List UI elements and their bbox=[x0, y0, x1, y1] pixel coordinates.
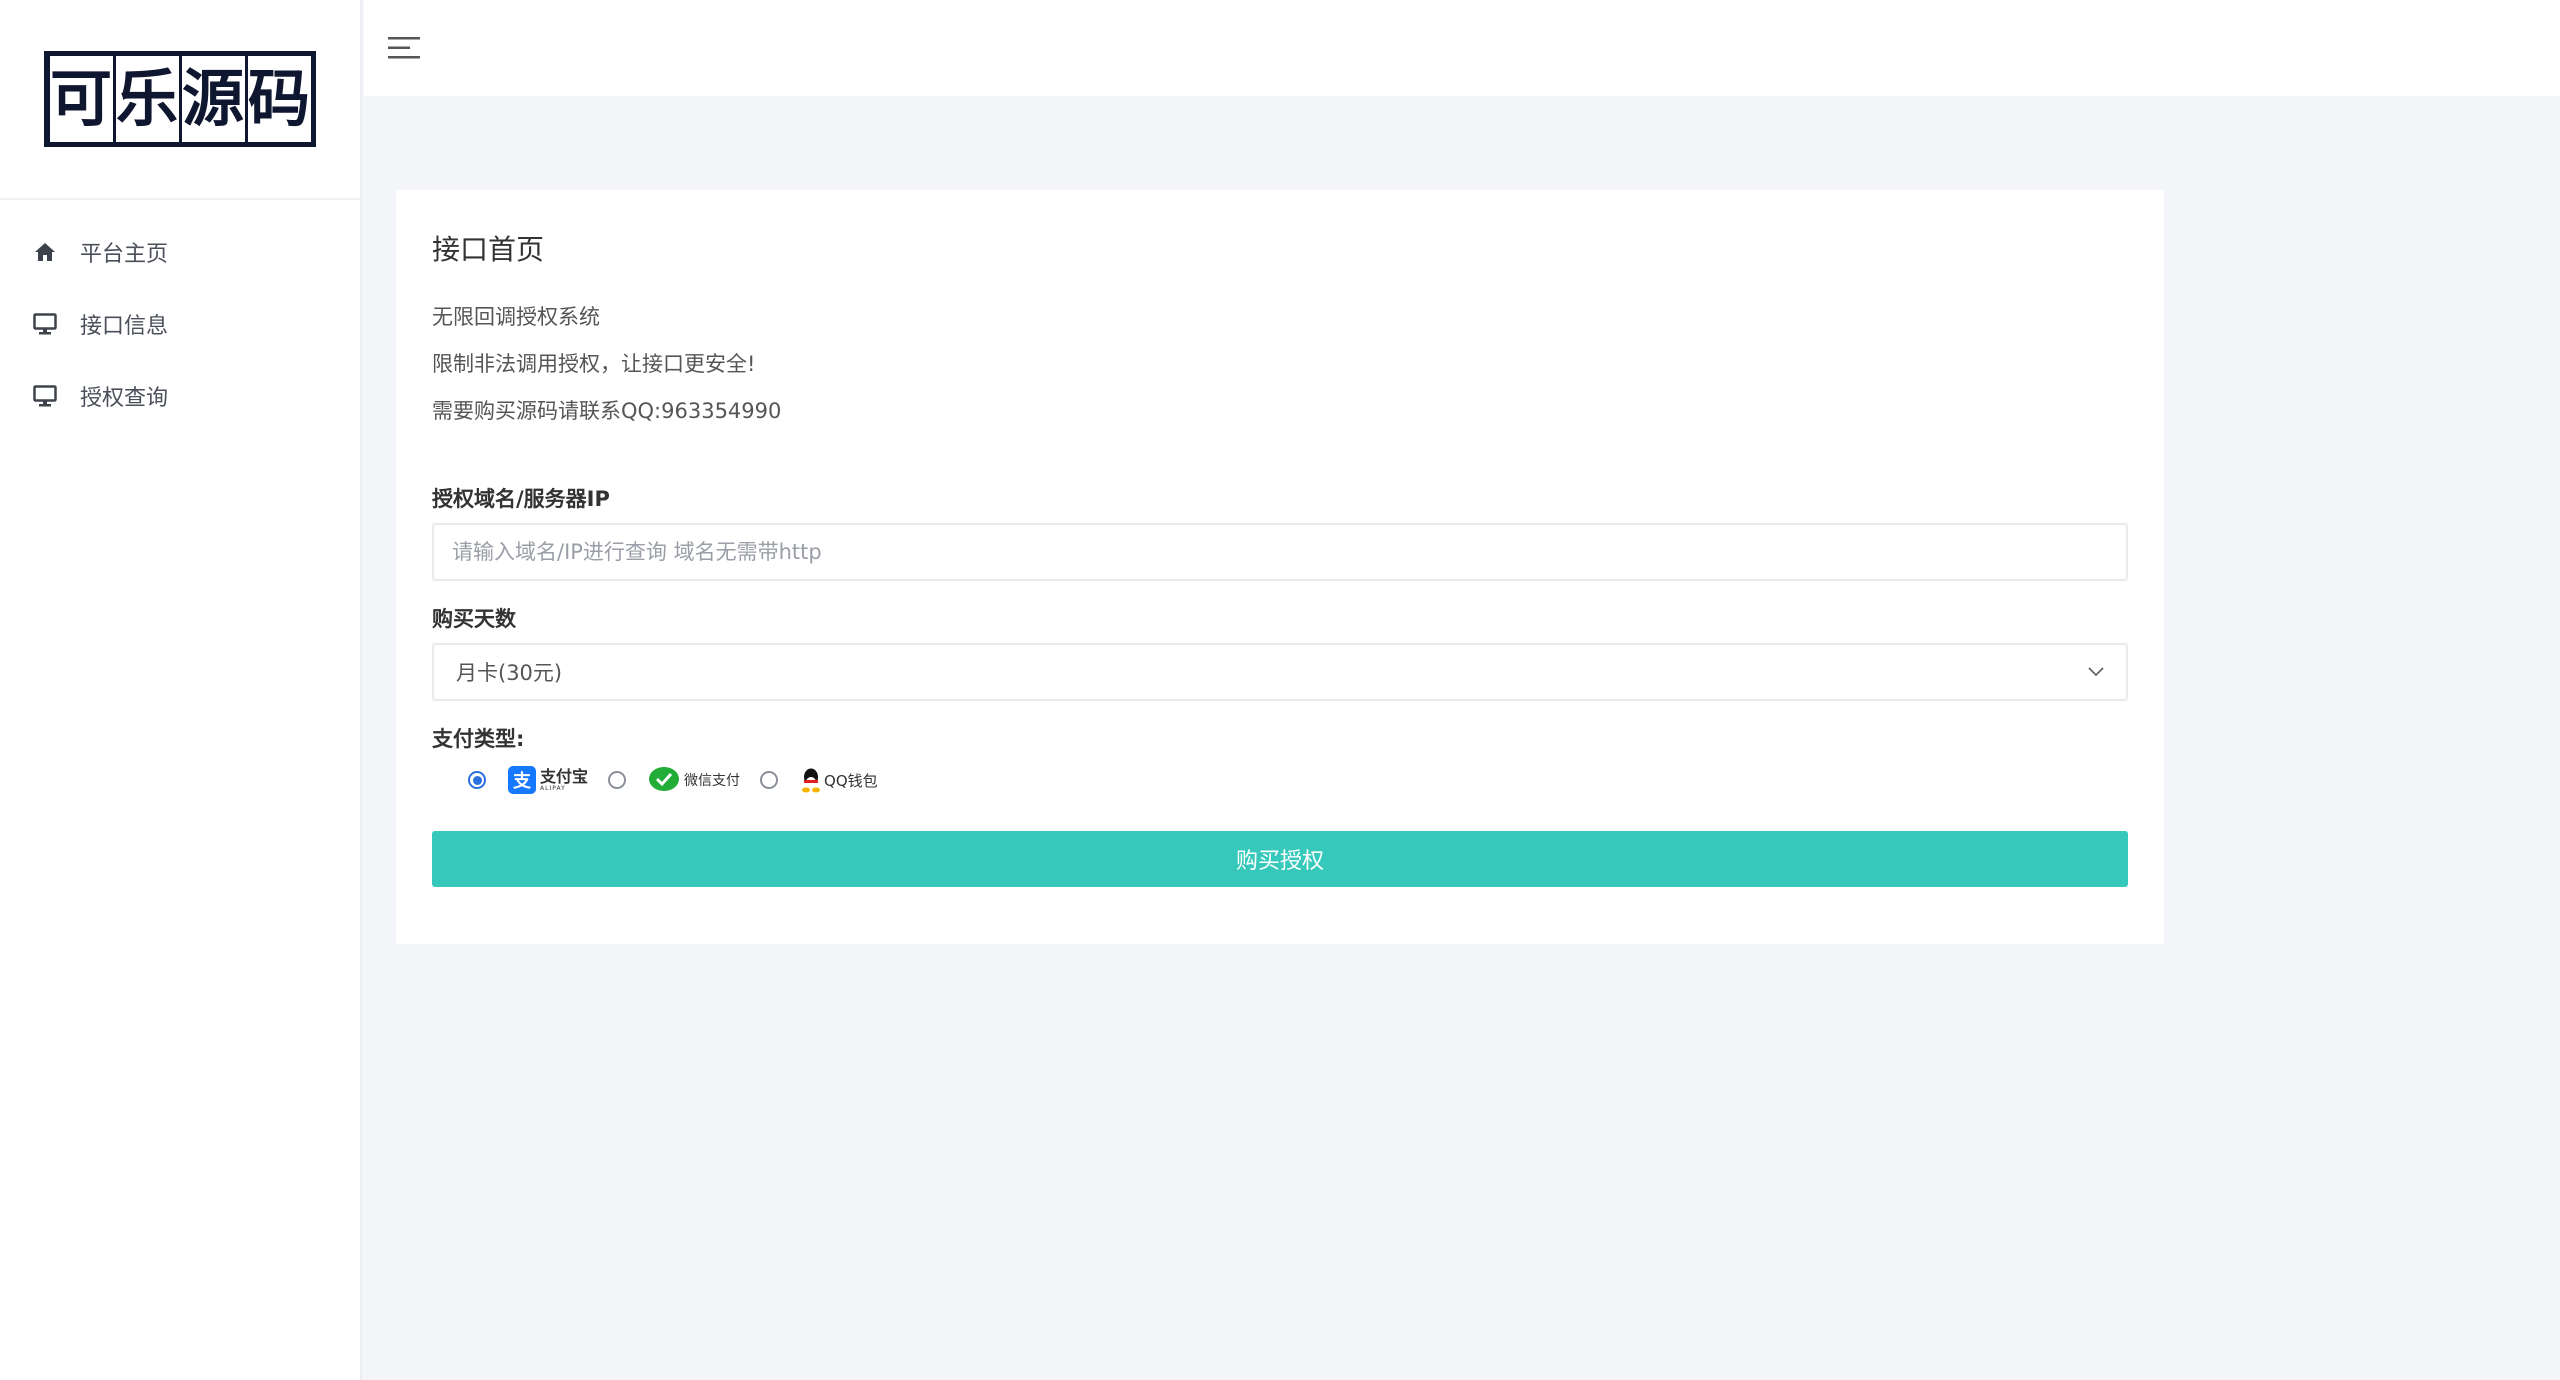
hamburger-icon bbox=[388, 37, 420, 59]
sidebar: 可 乐 源 码 平台主页 接口信息 授权查询 bbox=[0, 0, 362, 1380]
menu-toggle-button[interactable] bbox=[386, 30, 422, 66]
sidebar-item-api-info[interactable]: 接口信息 bbox=[0, 288, 360, 360]
info-line: 无限回调授权系统 bbox=[432, 305, 600, 329]
sidebar-item-auth-query[interactable]: 授权查询 bbox=[0, 360, 360, 432]
monitor-icon bbox=[32, 383, 58, 409]
pay-option-label: 支付宝 bbox=[540, 766, 589, 786]
svg-text:支: 支 bbox=[512, 770, 532, 792]
app: 可 乐 源 码 平台主页 接口信息 授权查询 接口首页 无限回调授权系统 限制非… bbox=[0, 0, 2560, 1380]
domain-label: 授权域名/服务器IP bbox=[432, 487, 610, 511]
pay-type-label: 支付类型: bbox=[432, 727, 525, 751]
home-icon bbox=[32, 239, 58, 265]
chevron-down-icon bbox=[2088, 667, 2104, 677]
pay-options: 支 支付宝 ALIPAY 微信支付 QQ钱包 bbox=[432, 763, 2128, 797]
sidebar-item-label: 授权查询 bbox=[80, 386, 169, 411]
days-select-value: 月卡(30元) bbox=[456, 661, 563, 685]
pay-option-sublabel: ALIPAY bbox=[540, 784, 566, 792]
page-title: 接口首页 bbox=[432, 233, 545, 266]
alipay-icon: 支 bbox=[508, 766, 536, 794]
pay-option-qq[interactable]: QQ钱包 bbox=[800, 767, 878, 793]
info-line: 限制非法调用授权，让接口更安全! bbox=[432, 352, 756, 376]
logo-char: 源 bbox=[181, 56, 245, 142]
logo-char: 码 bbox=[247, 56, 311, 142]
topbar bbox=[364, 0, 2560, 96]
qq-wallet-icon bbox=[802, 768, 821, 793]
sidebar-item-label: 平台主页 bbox=[80, 242, 169, 267]
info-block: 无限回调授权系统 限制非法调用授权，让接口更安全! 需要购买源码请联系QQ:96… bbox=[432, 294, 2128, 435]
days-label: 购买天数 bbox=[432, 607, 516, 631]
logo-area: 可 乐 源 码 bbox=[0, 0, 360, 200]
logo-char: 可 bbox=[49, 56, 113, 142]
sidebar-item-home[interactable]: 平台主页 bbox=[0, 216, 360, 288]
logo-char: 乐 bbox=[115, 56, 179, 142]
sidebar-item-label: 接口信息 bbox=[80, 314, 169, 339]
pay-option-alipay[interactable]: 支 支付宝 ALIPAY bbox=[508, 766, 588, 794]
buy-license-button[interactable]: 购买授权 bbox=[432, 831, 2128, 887]
monitor-icon bbox=[32, 311, 58, 337]
logo[interactable]: 可 乐 源 码 bbox=[44, 51, 316, 147]
pay-option-label: 微信支付 bbox=[684, 773, 741, 789]
pay-option-wechat[interactable]: 微信支付 bbox=[648, 766, 740, 794]
radio-qq[interactable] bbox=[760, 771, 779, 789]
main-card: 接口首页 无限回调授权系统 限制非法调用授权，让接口更安全! 需要购买源码请联系… bbox=[396, 190, 2164, 944]
domain-input[interactable] bbox=[432, 523, 2128, 581]
days-select[interactable]: 月卡(30元) bbox=[432, 643, 2128, 701]
pay-option-label: QQ钱包 bbox=[824, 771, 878, 790]
wechat-pay-icon bbox=[649, 767, 680, 791]
radio-wechat[interactable] bbox=[608, 771, 627, 789]
info-line: 需要购买源码请联系QQ:963354990 bbox=[432, 399, 782, 423]
sidebar-nav: 平台主页 接口信息 授权查询 bbox=[0, 200, 360, 432]
radio-alipay[interactable] bbox=[468, 771, 486, 789]
